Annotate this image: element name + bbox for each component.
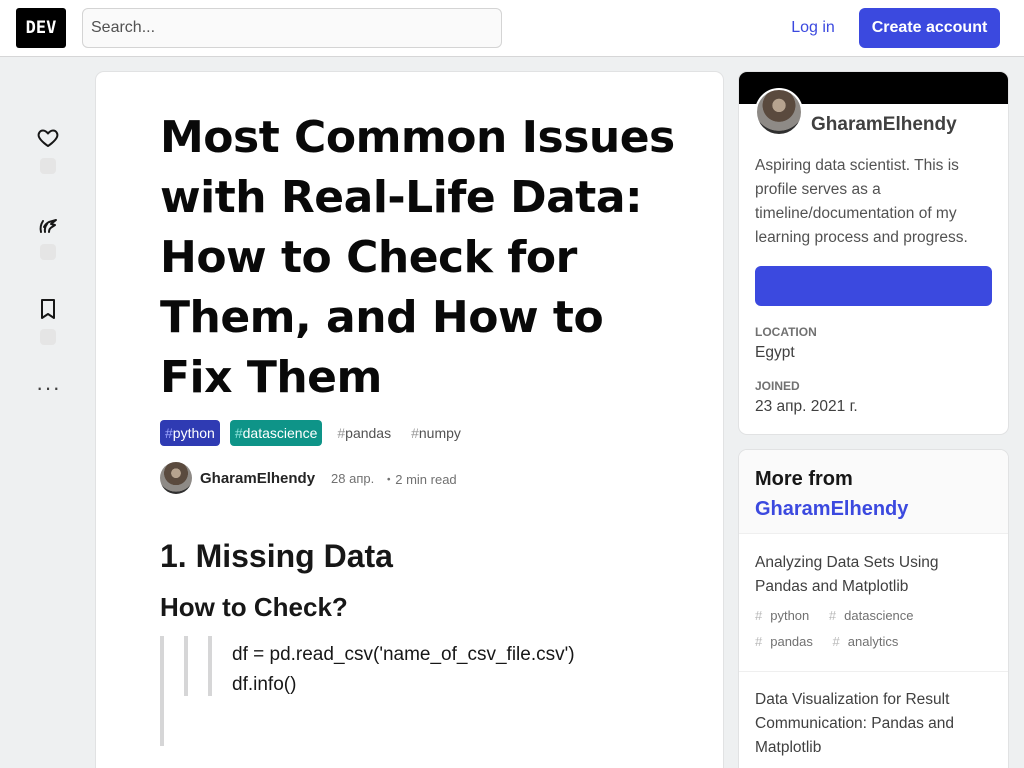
blockquote-border (160, 636, 164, 746)
blockquote-border (208, 636, 212, 696)
more-from-item-title[interactable]: Data Visualization for Result Communicat… (755, 688, 992, 760)
tag-numpy[interactable]: # numpy (406, 420, 466, 446)
code-line: df = pd.read_csv('name_of_csv_file.csv') (232, 644, 575, 665)
joined-value: 23 апр. 2021 г. (755, 398, 858, 415)
unicorn-icon (39, 219, 57, 233)
author-name[interactable]: GharamElhendy (200, 470, 315, 487)
tag-datascience[interactable]: # datascience (829, 608, 922, 623)
dev-logo[interactable]: DEV (16, 8, 66, 48)
bookmark-count (40, 329, 56, 345)
location-label: LOCATION (755, 325, 817, 339)
heart-count (40, 158, 56, 174)
publish-date: 28 апр. (331, 470, 375, 486)
more-from-item-title[interactable]: Analyzing Data Sets Using Pandas and Mat… (755, 551, 992, 599)
blockquote-border (184, 636, 188, 696)
profile-name[interactable]: GharamElhendy (811, 114, 957, 136)
tag-pandas[interactable]: # pandas (332, 420, 396, 446)
search-input[interactable] (82, 8, 502, 48)
article-tags: # python # datascience # pandas # numpy (160, 420, 466, 446)
login-link[interactable]: Log in (776, 8, 850, 48)
profile-avatar[interactable] (755, 88, 803, 136)
code-line: df.info() (232, 674, 297, 695)
follow-button[interactable] (755, 266, 992, 306)
profile-bio: Aspiring data scientist. This is profile… (755, 157, 968, 246)
article-author: GharamElhendy 28 апр. ・2 min read (160, 462, 457, 494)
location-value: Egypt (755, 344, 795, 361)
tag-pandas[interactable]: # pandas (755, 634, 821, 649)
joined-label: JOINED (755, 379, 800, 393)
tag-datascience[interactable]: # datascience (229, 420, 323, 446)
heart-reaction-button[interactable] (30, 126, 66, 174)
author-profile-card: GharamElhendy Aspiring data scientist. T… (739, 72, 1008, 434)
tag-python[interactable]: # python (755, 608, 817, 623)
code-snippet: df = pd.read_csv('name_of_csv_file.csv')… (232, 640, 575, 700)
unicorn-count (40, 244, 56, 260)
more-from-item[interactable]: Data Visualization for Result Communicat… (739, 688, 1008, 760)
more-from-card: More from GharamElhendy Analyzing Data S… (739, 450, 1008, 768)
tag-analytics[interactable]: # analytics (833, 634, 907, 649)
bookmark-button[interactable] (30, 297, 66, 345)
article-card: Most Common Issues with Real-Life Data: … (96, 72, 723, 768)
more-from-item-tags: # python # datascience # pandas # analytics (755, 603, 992, 655)
more-from-author-link[interactable]: GharamElhendy (755, 494, 992, 524)
read-time: ・2 min read (382, 471, 457, 487)
heart-icon (37, 129, 59, 147)
author-avatar[interactable] (160, 462, 192, 494)
more-options-icon[interactable]: ··· (36, 377, 60, 400)
more-from-item[interactable]: Analyzing Data Sets Using Pandas and Mat… (739, 551, 1008, 672)
section-heading: 1. Missing Data (160, 538, 393, 574)
create-account-button[interactable]: Create account (859, 8, 1000, 48)
top-header: DEV Log in Create account (0, 0, 1024, 57)
subsection-heading: How to Check? (160, 592, 348, 622)
article-title: Most Common Issues with Real-Life Data: … (160, 112, 675, 403)
more-from-heading: More from GharamElhendy (739, 450, 1008, 534)
tag-python[interactable]: # python (160, 420, 220, 446)
bookmark-icon (41, 299, 55, 319)
unicorn-reaction-button[interactable] (30, 212, 66, 260)
